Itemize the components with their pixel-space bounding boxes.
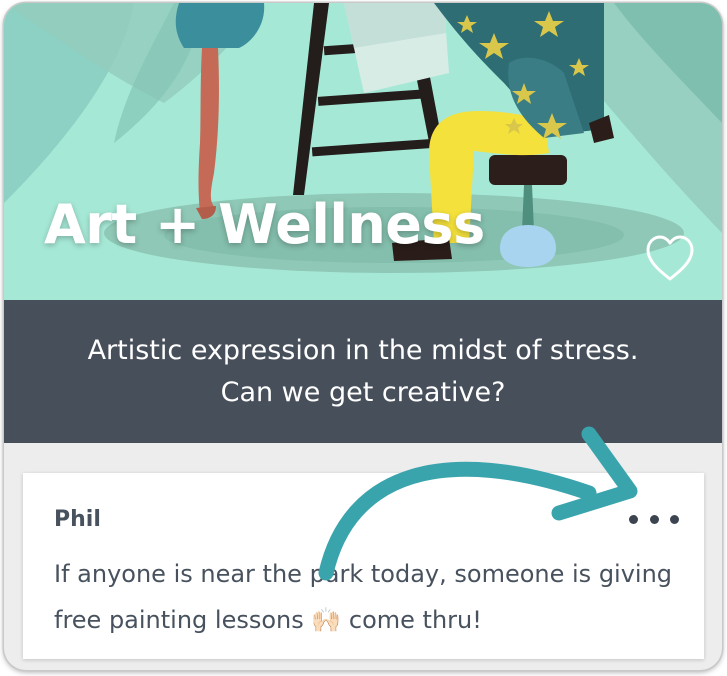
more-options-button[interactable]	[629, 509, 679, 529]
more-dots-icon	[649, 514, 659, 524]
favorite-button[interactable]	[640, 229, 700, 289]
comment-author: Phil	[54, 507, 101, 532]
subtitle-line-2: Can we get creative?	[220, 376, 506, 408]
more-dots-icon	[629, 514, 638, 524]
subtitle-text: Artistic expression in the midst of stre…	[4, 330, 722, 414]
more-dots-icon	[670, 514, 679, 524]
subtitle-line-1: Artistic expression in the midst of stre…	[87, 334, 639, 366]
comment-card: Phil If anyone is near the park today, s…	[23, 473, 704, 659]
subtitle-band: Artistic expression in the midst of stre…	[4, 300, 722, 443]
hero-illustration: Art + Wellness	[4, 3, 722, 300]
post-card: Art + Wellness Artistic expression in th…	[4, 3, 722, 670]
comment-text: If anyone is near the park today, someon…	[54, 560, 673, 634]
hero-title: Art + Wellness	[44, 193, 485, 256]
heart-outline-icon	[646, 235, 694, 281]
